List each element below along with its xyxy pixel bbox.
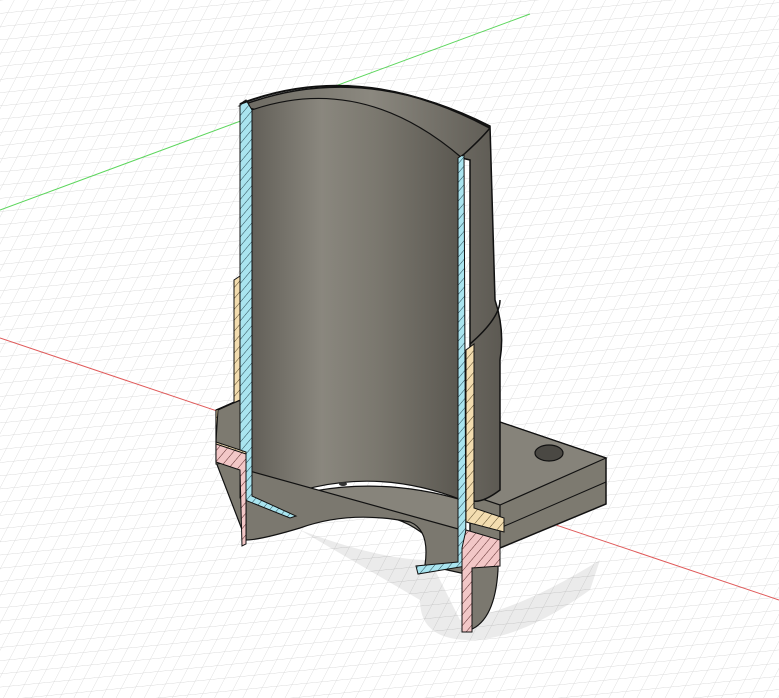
inner-bore-wall bbox=[245, 97, 463, 506]
mounting-hole[interactable] bbox=[534, 444, 564, 462]
3d-viewport[interactable] bbox=[0, 0, 779, 698]
cad-scene[interactable] bbox=[0, 0, 779, 698]
